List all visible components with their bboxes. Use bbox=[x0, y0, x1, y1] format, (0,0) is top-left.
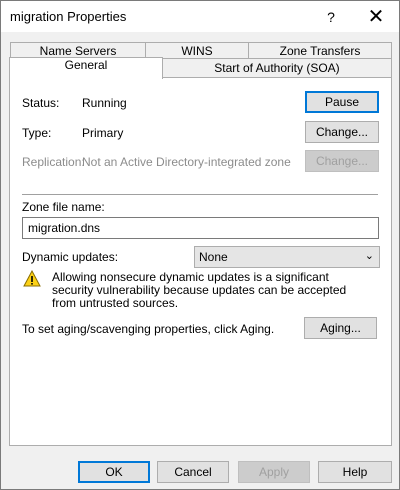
chevron-down-icon: ⌄ bbox=[364, 250, 374, 262]
replication-label: Replication: bbox=[22, 155, 85, 169]
replication-change-button[interactable]: Change... bbox=[305, 150, 379, 172]
properties-dialog: migration Properties ? ✕ Name Servers WI… bbox=[0, 0, 400, 490]
apply-button[interactable]: Apply bbox=[238, 461, 310, 483]
close-icon[interactable]: ✕ bbox=[361, 3, 391, 31]
tab-general[interactable]: General bbox=[9, 57, 163, 79]
status-label: Status: bbox=[22, 96, 60, 110]
warning-text: Allowing nonsecure dynamic updates is a … bbox=[52, 270, 347, 310]
separator bbox=[22, 194, 378, 195]
type-change-button[interactable]: Change... bbox=[305, 121, 379, 143]
tab-start-of-authority[interactable]: Start of Authority (SOA) bbox=[162, 58, 392, 78]
replication-value: Not an Active Directory-integrated zone bbox=[82, 155, 291, 169]
title-bar: migration Properties ? ✕ bbox=[1, 1, 399, 32]
help-button[interactable]: Help bbox=[318, 461, 392, 483]
dynamic-updates-select[interactable]: None ⌄ bbox=[194, 246, 380, 268]
window-title: migration Properties bbox=[10, 9, 127, 24]
zone-file-input[interactable]: migration.dns bbox=[22, 217, 379, 239]
help-icon[interactable]: ? bbox=[319, 5, 343, 29]
status-value: Running bbox=[82, 96, 127, 110]
cancel-button[interactable]: Cancel bbox=[157, 461, 229, 483]
ok-button[interactable]: OK bbox=[78, 461, 150, 483]
pause-button[interactable]: Pause bbox=[305, 91, 379, 113]
aging-button[interactable]: Aging... bbox=[304, 317, 377, 339]
type-value: Primary bbox=[82, 126, 124, 140]
warning-icon bbox=[23, 270, 41, 287]
aging-text: To set aging/scavenging properties, clic… bbox=[22, 322, 275, 336]
dynamic-updates-label: Dynamic updates: bbox=[22, 250, 119, 264]
zone-file-label: Zone file name: bbox=[22, 200, 105, 214]
type-label: Type: bbox=[22, 126, 52, 140]
dynamic-updates-value: None bbox=[199, 250, 228, 264]
